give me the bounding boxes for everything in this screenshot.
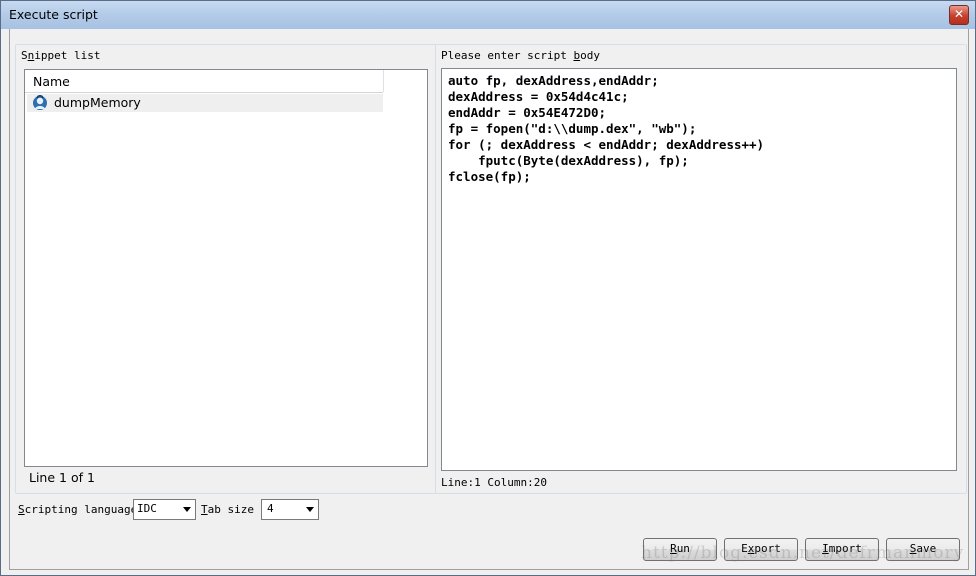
code-line: endAddr = 0x54E472D0; [448, 105, 607, 120]
list-header[interactable]: Name [25, 70, 384, 93]
tab-size-label: Tab size [201, 503, 254, 516]
scripting-language-select[interactable]: IDC [133, 499, 196, 520]
script-body-label: Please enter script body [441, 49, 600, 62]
column-separator[interactable] [383, 70, 384, 92]
code-line: auto fp, dexAddress,endAddr; [448, 73, 659, 88]
snippet-icon [33, 95, 47, 110]
title-bar[interactable]: Execute script ✕ [1, 1, 975, 29]
chevron-down-icon [306, 507, 314, 512]
code-line: dexAddress = 0x54d4c41c; [448, 89, 629, 104]
dialog-client-area: Snippet list Name dumpMemory Line 1 of 1… [9, 29, 969, 570]
watermark: http://blog.csdn.net/defrmanmory [641, 543, 965, 563]
close-button[interactable]: ✕ [949, 5, 969, 25]
snippet-listbox[interactable]: Name dumpMemory [24, 69, 428, 467]
code-line: fclose(fp); [448, 169, 531, 184]
tab-size-value: 4 [267, 502, 274, 515]
window-title: Execute script [9, 7, 98, 22]
scripting-language-value: IDC [137, 502, 157, 515]
snippet-item-label: dumpMemory [54, 95, 141, 110]
snippet-list-group: Snippet list Name dumpMemory Line 1 of 1 [15, 44, 441, 494]
code-line: for (; dexAddress < endAddr; dexAddress+… [448, 137, 765, 152]
script-body-group: Please enter script body auto fp, dexAdd… [435, 44, 967, 494]
snippet-list-label: Snippet list [21, 49, 101, 62]
chevron-down-icon [183, 507, 191, 512]
snippet-line-status: Line 1 of 1 [29, 470, 95, 485]
tab-size-select[interactable]: 4 [261, 499, 319, 520]
code-line: fputc(Byte(dexAddress), fp); [448, 153, 689, 168]
cursor-position-status: Line:1 Column:20 [441, 476, 547, 489]
list-item[interactable]: dumpMemory [27, 94, 383, 112]
column-header-name[interactable]: Name [33, 74, 70, 89]
code-line: fp = fopen("d:\\dump.dex", "wb"); [448, 121, 697, 136]
execute-script-dialog: Execute script ✕ Snippet list Name dumpM… [0, 0, 976, 576]
script-editor[interactable]: auto fp, dexAddress,endAddr; dexAddress … [441, 68, 957, 471]
scripting-language-label: Scripting language [18, 503, 138, 516]
